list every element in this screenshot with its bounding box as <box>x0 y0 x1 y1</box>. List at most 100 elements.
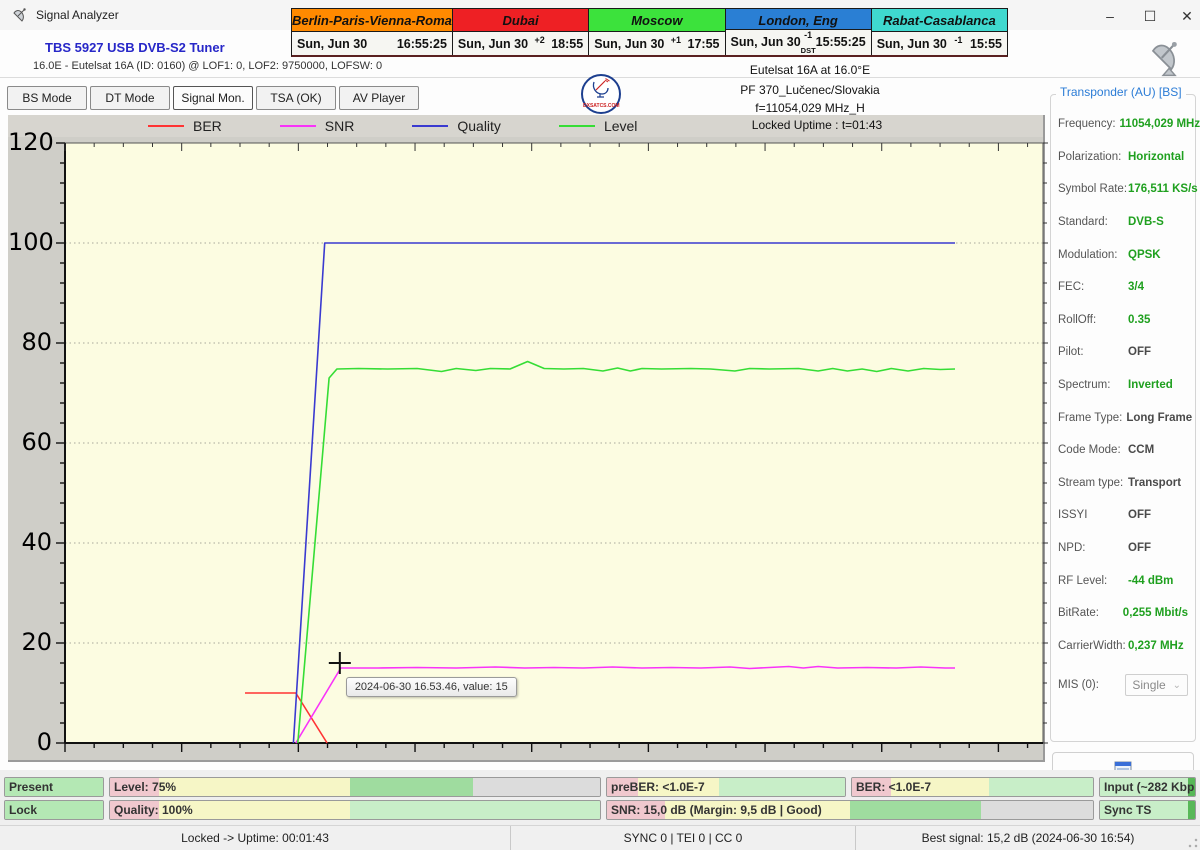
transponder-row: Symbol Rate: 176,511 KS/s <box>1058 173 1198 206</box>
clock-utc-offset: -1 <box>954 35 963 46</box>
tab-dt-mode[interactable]: DT Mode <box>90 86 170 110</box>
present-indicator: Present <box>4 777 104 797</box>
status-uptime: Locked -> Uptime: 00:01:43 <box>181 831 329 845</box>
input-label: Input (~282 Kbps) <box>1104 780 1196 794</box>
bar-segment <box>350 778 473 796</box>
resize-grip[interactable] <box>1188 838 1198 848</box>
chart-tooltip: 2024-06-30 16.53.46, value: 15 <box>345 677 517 697</box>
chevron-down-icon: ⌄ <box>1172 679 1181 691</box>
transponder-row: Pilot: OFF <box>1058 336 1188 369</box>
logo-dish-drawing <box>592 78 610 98</box>
transponder-field-value: DVB-S <box>1128 216 1164 229</box>
maximize-button[interactable]: ☐ <box>1135 6 1165 26</box>
bar-segment <box>850 801 982 819</box>
close-button[interactable]: ✕ <box>1172 6 1200 26</box>
mis-dropdown[interactable]: Single ⌄ <box>1125 674 1188 696</box>
transponder-field-label: BitRate: <box>1058 607 1099 620</box>
transponder-row: Frame Type: Long Frame <box>1058 401 1192 434</box>
transponder-field-label: CarrierWidth: <box>1058 639 1126 652</box>
present-label: Present <box>9 780 54 794</box>
transponder-sidebar: Transponder (AU) [BS] Frequency: 11054,02… <box>1048 84 1200 786</box>
level-label: Level: 75% <box>114 780 177 794</box>
site-line: PF 370_Lučenec/Slovakia <box>740 83 880 97</box>
tab-signal-mon[interactable]: Signal Mon. <box>173 86 253 110</box>
transponder-row: Modulation: QPSK <box>1058 238 1188 271</box>
bar-segment <box>350 801 600 819</box>
mis-label: MIS (0): <box>1058 679 1099 691</box>
transponder-field-value: Horizontal <box>1128 150 1185 163</box>
bar-segment <box>981 801 1093 819</box>
bar-segment <box>718 778 845 796</box>
transponder-field-value: 3/4 <box>1128 281 1144 294</box>
lock-label: Lock <box>9 803 38 817</box>
transponder-field-label: Modulation: <box>1058 248 1118 261</box>
clock-city-label: London, Eng <box>725 9 871 30</box>
quality-bar: Quality: 100% <box>109 800 601 820</box>
signal-chart: BER SNR Quality Level Locked Uptime : t=… <box>8 115 1049 762</box>
preber-label: preBER: <1.0E-7 <box>611 780 705 794</box>
clock-time: 17:55 <box>687 36 720 51</box>
ber-label: BER: <1.0E-7 <box>856 780 932 794</box>
transponder-row: Code Mode: CCM <box>1058 434 1188 467</box>
snr-bar: SNR: 15,0 dB (Margin: 9,5 dB | Good) <box>606 800 1094 820</box>
transponder-field-label: Polarization: <box>1058 150 1122 163</box>
transponder-field-label: Code Mode: <box>1058 444 1121 457</box>
legend-item-quality: Quality <box>412 118 501 134</box>
transponder-row: NPD: OFF <box>1058 532 1188 565</box>
transponder-field-label: Standard: <box>1058 216 1108 229</box>
y-axis-tick-label: 80 <box>21 328 52 356</box>
transponder-field-value: 0.35 <box>1128 313 1151 326</box>
transponder-field-value: 0,255 Mbit/s <box>1122 607 1188 620</box>
tab-tsa[interactable]: TSA (OK) <box>256 86 336 110</box>
clock-rabat: Rabat-Casablanca Sun, Jun 30 -1 15:55 <box>871 9 1007 55</box>
status-best-signal: Best signal: 15,2 dB (2024-06-30 16:54) <box>855 826 1200 850</box>
locked-uptime-label: Locked Uptime : t=01:43 <box>751 118 883 132</box>
y-axis-tick-label: 20 <box>21 628 52 656</box>
tab-bs-mode[interactable]: BS Mode <box>7 86 87 110</box>
mis-row: MIS (0): Single ⌄ <box>1058 674 1188 696</box>
transponder-field-label: Frequency: <box>1058 118 1116 131</box>
ber-line-swatch <box>148 125 184 127</box>
window-title: Signal Analyzer <box>36 8 119 22</box>
ber-bar: BER: <1.0E-7 <box>851 777 1094 797</box>
clock-date: Sun, Jun 30 <box>594 36 665 51</box>
y-axis-tick-label: 60 <box>21 428 52 456</box>
transponder-row: ISSYI OFF <box>1058 499 1188 532</box>
transponder-field-value: OFF <box>1128 509 1151 522</box>
clock-dubai: Dubai Sun, Jun 30 +2 18:55 <box>452 9 590 55</box>
app-satellite-icon <box>13 8 26 22</box>
minimize-button[interactable]: – <box>1095 6 1125 26</box>
frequency-line: f=11054,029 MHz_H <box>755 101 865 115</box>
chart-legend: BER SNR Quality Level <box>148 115 637 137</box>
transponder-row: Frequency: 11054,029 MHz <box>1058 108 1200 141</box>
legend-label: Level <box>603 118 638 134</box>
y-axis-labels: 0 20 40 60 80 100 120 <box>8 115 54 762</box>
tuner-title: TBS 5927 USB DVB-S2 Tuner <box>45 40 225 55</box>
transponder-row: Polarization: Horizontal <box>1058 141 1188 174</box>
y-axis-tick-label: 120 <box>8 128 54 156</box>
transponder-field-label: Spectrum: <box>1058 379 1111 392</box>
transponder-field-label: NPD: <box>1058 542 1086 555</box>
transponder-row: Spectrum: Inverted <box>1058 369 1188 402</box>
clock-date: Sun, Jun 30 <box>297 36 368 51</box>
transponder-field-value: QPSK <box>1128 248 1161 261</box>
transponder-field-value: 0,237 MHz <box>1128 639 1184 652</box>
signal-analyzer-window: Signal Analyzer – ☐ ✕ TBS 5927 USB DVB-S… <box>0 0 1200 850</box>
status-bars-strip: Present Level: 75% preBER: <1.0E-7 BER: … <box>0 770 1200 825</box>
status-bar: Locked -> Uptime: 00:01:43 SYNC 0 | TEI … <box>0 825 1200 850</box>
dxsatcs-logo: DXSATCS.COM <box>581 74 621 114</box>
tab-av-player[interactable]: AV Player <box>339 86 419 110</box>
transponder-field-value: 176,511 KS/s <box>1128 183 1198 196</box>
status-sync-counters: SYNC 0 | TEI 0 | CC 0 <box>510 826 855 850</box>
clock-time: 15:55:25 <box>815 35 866 50</box>
clock-city-label: Dubai <box>452 9 589 32</box>
clock-utc-offset: +1 <box>670 35 682 46</box>
transponder-field-label: Stream type: <box>1058 476 1124 489</box>
transponder-row: FEC: 3/4 <box>1058 271 1188 304</box>
tuner-subtitle: 16.0E - Eutelsat 16A (ID: 0160) @ LOF1: … <box>33 60 383 72</box>
clock-time: 16:55:25 <box>396 36 447 51</box>
world-clocks-table: Berlin-Paris-Vienna-Roma Sun, Jun 30 16:… <box>291 8 1008 57</box>
transponder-field-value: Inverted <box>1128 379 1173 392</box>
clock-city-label: Moscow <box>589 9 725 32</box>
transponder-field-label: Pilot: <box>1058 346 1084 359</box>
